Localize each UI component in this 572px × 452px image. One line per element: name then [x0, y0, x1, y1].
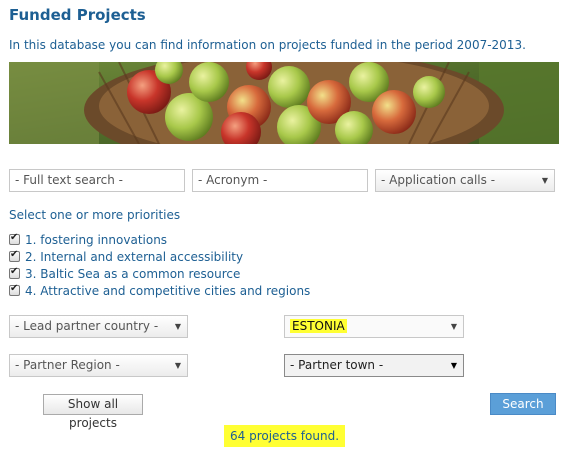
priority-4-label: 4. Attractive and competitive cities and…: [25, 284, 311, 298]
acronym-input[interactable]: - Acronym -: [192, 169, 368, 192]
priority-1[interactable]: 1. fostering innovations: [9, 232, 168, 249]
partner-town-value: - Partner town -: [290, 358, 384, 372]
priority-2-checkbox[interactable]: [9, 249, 20, 262]
priority-1-label: 1. fostering innovations: [25, 233, 168, 247]
chevron-down-icon: ▼: [450, 361, 457, 370]
application-calls-value: - Application calls -: [381, 173, 496, 187]
intro-text: In this database you can find informatio…: [9, 38, 526, 52]
lead-partner-country-select[interactable]: - Lead partner country - ▼: [9, 315, 188, 338]
show-all-projects-button[interactable]: Show all projects: [43, 394, 143, 430]
results-count: 64 projects found.: [224, 425, 346, 447]
apple-basket-banner: [9, 62, 559, 144]
application-calls-select[interactable]: - Application calls - ▼: [375, 169, 555, 192]
priority-3-label: 3. Baltic Sea as a common resource: [25, 267, 241, 281]
priorities-heading: Select one or more priorities: [9, 208, 181, 222]
chevron-down-icon: ▼: [174, 361, 181, 370]
priority-4[interactable]: 4. Attractive and competitive cities and…: [9, 283, 311, 300]
partner-region-value: - Partner Region -: [15, 358, 120, 372]
priority-3-checkbox[interactable]: [9, 266, 20, 279]
lead-partner-country-value: - Lead partner country -: [15, 319, 159, 333]
chevron-down-icon: ▼: [450, 322, 457, 331]
priority-2-label: 2. Internal and external accessibility: [25, 250, 244, 264]
chevron-down-icon: ▼: [174, 322, 181, 331]
full-text-search-input[interactable]: - Full text search -: [9, 169, 185, 192]
priority-3[interactable]: 3. Baltic Sea as a common resource: [9, 266, 241, 283]
priority-2[interactable]: 2. Internal and external accessibility: [9, 249, 244, 266]
partner-town-select[interactable]: - Partner town - ▼: [284, 354, 464, 377]
partner-region-select[interactable]: - Partner Region - ▼: [9, 354, 188, 377]
chevron-down-icon: ▼: [541, 176, 548, 185]
country-select[interactable]: ESTONIA ▼: [284, 315, 464, 338]
country-selected-value: ESTONIA: [290, 319, 347, 333]
priority-1-checkbox[interactable]: [9, 232, 20, 245]
page-title: Funded Projects: [9, 6, 146, 24]
search-button[interactable]: Search: [490, 393, 556, 415]
priority-4-checkbox[interactable]: [9, 283, 20, 296]
